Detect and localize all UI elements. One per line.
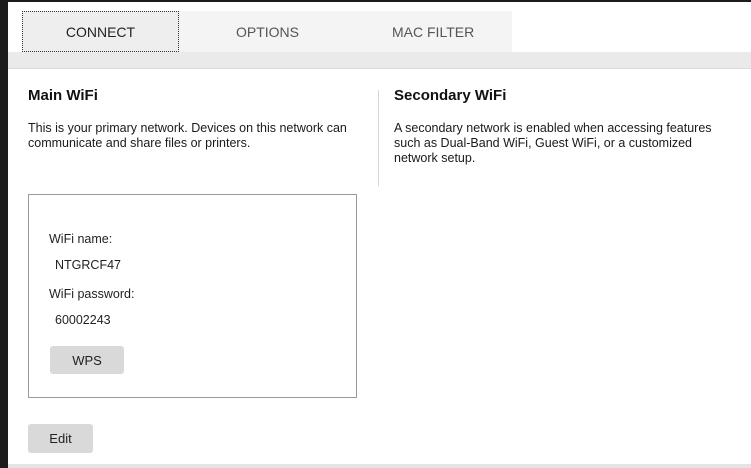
secondary-wifi-title: Secondary WiFi <box>394 87 507 104</box>
tab-mac-filter[interactable]: MAC FILTER <box>356 11 512 52</box>
tab-options[interactable]: OPTIONS <box>179 11 356 52</box>
wifi-password-value: 60002243 <box>55 313 111 327</box>
main-wifi-card: WiFi name: NTGRCF47 WiFi password: 60002… <box>28 194 357 398</box>
wifi-name-value: NTGRCF47 <box>55 258 121 272</box>
content-top-divider <box>8 68 751 69</box>
main-wifi-title: Main WiFi <box>28 87 98 104</box>
main-wifi-description: This is your primary network. Devices on… <box>28 121 347 150</box>
secondary-wifi-description: A secondary network is enabled when acce… <box>394 121 712 165</box>
edit-button[interactable]: Edit <box>28 424 93 453</box>
bottom-border <box>8 464 751 468</box>
wifi-settings-panel: CONNECT OPTIONS MAC FILTER Main WiFi Thi… <box>0 0 751 468</box>
tab-bar: CONNECT OPTIONS MAC FILTER <box>8 2 751 52</box>
wifi-password-label: WiFi password: <box>49 287 135 301</box>
window-left-border <box>0 0 8 468</box>
tab-connect[interactable]: CONNECT <box>22 11 179 52</box>
tab-subbar <box>8 52 751 68</box>
column-divider <box>378 90 379 186</box>
wps-button[interactable]: WPS <box>50 346 124 374</box>
wifi-name-label: WiFi name: <box>49 232 113 246</box>
